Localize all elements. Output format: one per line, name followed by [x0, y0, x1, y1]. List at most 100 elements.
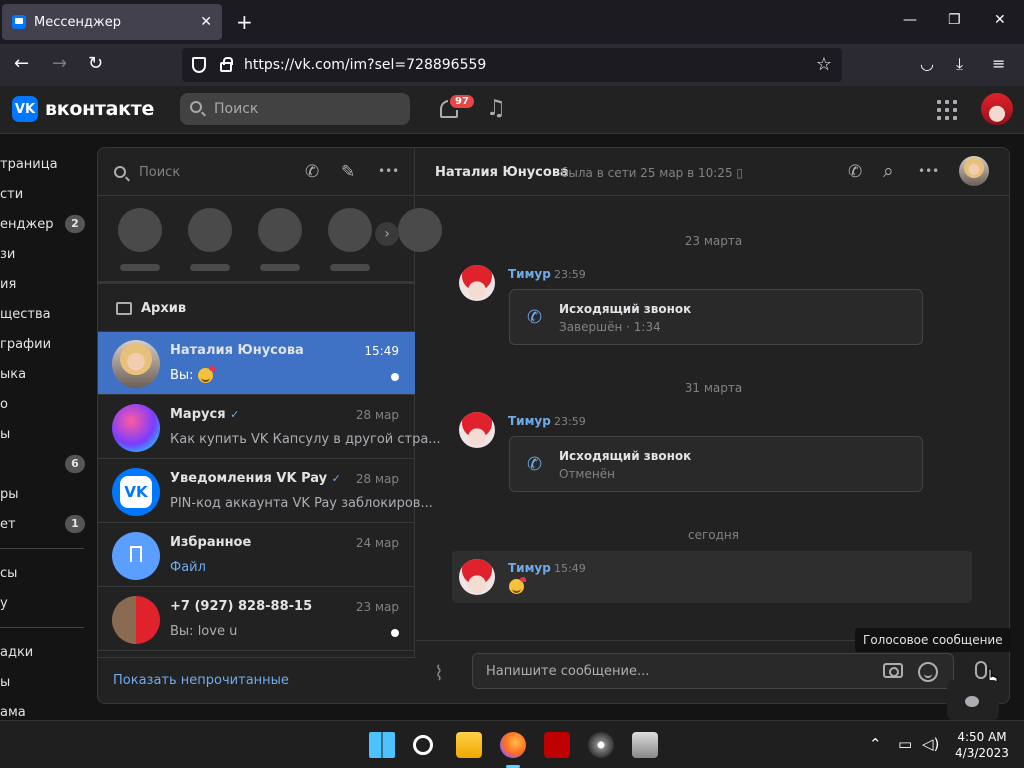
chat-list: Поиск ✆ ✎ ••• › Архив Наталия Юнусова 15… — [98, 148, 442, 703]
tray-chevron-icon[interactable]: ⌃ — [869, 735, 882, 753]
more-icon[interactable]: ••• — [918, 164, 939, 178]
chat-list-footer: Показать непрочитанные — [98, 657, 415, 703]
url-bar[interactable]: https://vk.com/im?sel=728896559 ☆ — [182, 48, 842, 82]
search-icon[interactable] — [413, 735, 433, 755]
conversation-name: Избранное — [170, 535, 252, 550]
peer-avatar[interactable] — [959, 156, 989, 186]
apps-grid-icon[interactable] — [937, 100, 957, 120]
messenger-panel: Поиск ✆ ✎ ••• › Архив Наталия Юнусова 15… — [97, 147, 1010, 704]
conversation-item[interactable]: Наталия Юнусова 15:49 Вы: — [98, 332, 415, 395]
network-icon[interactable]: ▭ — [898, 735, 912, 753]
message-author[interactable]: Тимур — [508, 414, 551, 428]
conversation-item[interactable]: +7 (927) 828-88-15 23 мар Вы: love u — [98, 588, 415, 651]
app-box-icon[interactable] — [632, 732, 658, 758]
profile-avatar[interactable] — [981, 93, 1013, 125]
left-nav-item[interactable]: ия — [0, 277, 16, 301]
phone-icon[interactable]: ✆ — [848, 162, 862, 182]
left-nav-item[interactable]: ы — [0, 675, 10, 699]
conversation-preview: Файл — [170, 560, 206, 575]
left-nav-item[interactable]: сы — [0, 566, 17, 590]
forward-icon[interactable]: → — [52, 54, 67, 74]
mobile-icon: ▯ — [736, 166, 744, 180]
shield-icon[interactable] — [192, 57, 206, 73]
filezilla-icon[interactable] — [544, 732, 570, 758]
conversation-time: 15:49 — [364, 344, 399, 358]
search-icon[interactable]: ⌕ — [883, 160, 894, 182]
emoji-icon[interactable] — [918, 662, 938, 682]
more-icon[interactable]: ••• — [378, 164, 399, 178]
lock-icon[interactable] — [220, 57, 233, 72]
left-nav-item[interactable]: траница — [0, 157, 58, 181]
left-nav-item[interactable]: ыка — [0, 367, 26, 391]
back-icon[interactable]: ← — [14, 54, 29, 74]
url-text[interactable]: https://vk.com/im?sel=728896559 — [244, 57, 486, 73]
conversation-name: Наталия Юнусова — [170, 343, 304, 358]
call-card[interactable]: ✆ Исходящий звонок Отменён — [509, 436, 923, 492]
archive-row[interactable]: Архив — [98, 286, 415, 332]
conversation-item[interactable]: VK Уведомления VK Pay ✓ 28 мар PIN-код а… — [98, 460, 433, 523]
avatar[interactable] — [459, 559, 495, 595]
story-placeholder[interactable] — [118, 208, 162, 252]
firefox-icon[interactable] — [500, 732, 526, 758]
file-explorer-icon[interactable] — [456, 732, 482, 758]
chevron-right-icon[interactable]: › — [375, 222, 399, 246]
vk-search-input[interactable]: Поиск — [180, 93, 410, 125]
story-placeholder[interactable] — [258, 208, 302, 252]
bookmark-icon — [130, 546, 142, 562]
conversation-item[interactable]: Маруся ✓ 28 мар Как купить VK Капсулу в … — [98, 396, 441, 459]
new-tab-button[interactable]: + — [236, 10, 253, 34]
attach-icon[interactable]: ⌇ — [434, 661, 444, 685]
message-author[interactable]: Тимур — [508, 267, 551, 281]
left-nav-item[interactable]: сти — [0, 187, 23, 211]
left-nav-item[interactable]: ет — [0, 517, 16, 541]
reload-icon[interactable]: ↻ — [88, 54, 103, 74]
left-nav-item[interactable]: графии — [0, 337, 51, 361]
phone-icon: ✆ — [527, 454, 543, 475]
download-icon[interactable]: ⤓ — [956, 54, 963, 74]
bookmark-star-icon[interactable]: ☆ — [816, 54, 832, 75]
peer-name[interactable]: Наталия Юнусова — [435, 165, 569, 180]
left-nav-count: 1 — [65, 515, 85, 533]
message-time: 23:59 — [554, 268, 586, 281]
media-player-icon[interactable] — [588, 732, 614, 758]
music-icon[interactable]: ♫ — [486, 96, 506, 121]
window-close-icon[interactable]: ✕ — [994, 12, 1006, 28]
avatar — [112, 596, 160, 644]
compose-icon[interactable]: ✎ — [341, 162, 355, 182]
left-nav-item[interactable]: у — [0, 596, 8, 620]
vk-brand-name[interactable]: вконтакте — [45, 98, 154, 120]
volume-icon[interactable]: ◁) — [922, 735, 939, 753]
conversation-name: Уведомления VK Pay ✓ — [170, 471, 341, 486]
call-card[interactable]: ✆ Исходящий звонок Завершён · 1:34 — [509, 289, 923, 345]
browser-tab[interactable]: Мессенджер ✕ — [2, 4, 222, 40]
windows-start-icon[interactable] — [369, 732, 395, 758]
message-author[interactable]: Тимур — [508, 561, 551, 575]
avatar[interactable] — [459, 265, 495, 301]
message-input[interactable]: Напишите сообщение... — [472, 653, 954, 689]
left-nav-item[interactable]: енджер — [0, 217, 53, 241]
conversation-item[interactable]: Избранное 24 мар Файл — [98, 524, 415, 587]
voice-message-tooltip: Голосовое сообщение — [855, 628, 1011, 652]
left-nav-item[interactable]: о — [0, 397, 8, 421]
menu-icon[interactable]: ≡ — [992, 54, 1005, 73]
vk-logo-icon[interactable]: VK — [12, 96, 38, 122]
story-placeholder[interactable] — [188, 208, 232, 252]
show-unread-link[interactable]: Показать непрочитанные — [113, 673, 289, 688]
minimize-icon[interactable]: — — [903, 12, 917, 28]
left-nav-item[interactable]: адки — [0, 645, 33, 669]
camera-icon[interactable] — [883, 663, 903, 678]
story-placeholder[interactable] — [328, 208, 372, 252]
pocket-icon[interactable]: ◡ — [920, 54, 934, 73]
avatar — [112, 340, 160, 388]
maximize-icon[interactable]: ❐ — [948, 12, 961, 28]
avatar[interactable] — [459, 412, 495, 448]
left-nav-item[interactable]: зи — [0, 247, 15, 271]
left-nav-item[interactable]: щества — [0, 307, 51, 331]
tab-close-icon[interactable]: ✕ — [200, 14, 212, 30]
chat-bubble-icon[interactable] — [947, 680, 999, 720]
left-nav-item[interactable]: ы — [0, 427, 10, 451]
chat-search[interactable]: Поиск ✆ ✎ ••• — [98, 148, 415, 196]
clock[interactable]: 4:50 AM 4/3/2023 — [950, 729, 1014, 761]
left-nav-item[interactable]: ры — [0, 487, 19, 511]
new-call-icon[interactable]: ✆ — [305, 162, 319, 182]
